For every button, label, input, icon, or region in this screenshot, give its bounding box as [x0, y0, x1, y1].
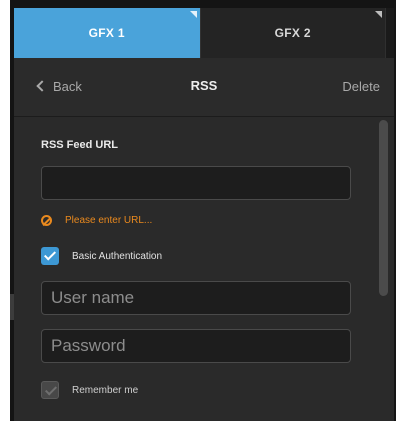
tab-gfx-1[interactable]: GFX 1 — [14, 8, 200, 58]
delete-button[interactable]: Delete — [342, 79, 380, 94]
basic-auth-option[interactable]: Basic Authentication — [41, 247, 162, 265]
password-input[interactable] — [42, 330, 350, 362]
warning-icon — [41, 215, 52, 226]
feed-url-label: RSS Feed URL — [41, 139, 119, 151]
tab-gfx-2-label: GFX 2 — [274, 26, 311, 40]
username-input[interactable] — [42, 282, 350, 314]
username-field-box — [41, 281, 351, 315]
tab-corner-icon — [189, 11, 197, 18]
feed-url-input[interactable] — [42, 167, 350, 199]
graphics-panel: GFX 1 GFX 2 Back RSS Delete RSS Feed URL… — [10, 0, 396, 421]
tab-corner-icon — [375, 11, 383, 18]
tab-bar: GFX 1 GFX 2 — [14, 8, 395, 58]
scrollbar-thumb[interactable] — [379, 120, 388, 296]
warning-text: Please enter URL... — [65, 215, 153, 226]
page-title: RSS — [190, 78, 218, 93]
tab-gfx-1-label: GFX 1 — [88, 26, 125, 40]
remember-me-label: Remember me — [72, 384, 139, 396]
password-field-box — [41, 329, 351, 363]
feed-url-field-box — [41, 166, 351, 200]
remember-me-option[interactable]: Remember me — [41, 381, 138, 399]
basic-auth-checkbox[interactable] — [41, 247, 59, 265]
remember-me-checkbox[interactable] — [41, 381, 59, 399]
rss-settings-form: RSS Feed URL Please enter URL... Basic A… — [14, 117, 394, 421]
url-warning: Please enter URL... — [41, 215, 152, 226]
tab-bar-edge — [385, 8, 395, 58]
rss-header: Back RSS Delete — [14, 58, 394, 117]
tab-gfx-2[interactable]: GFX 2 — [199, 8, 386, 58]
basic-auth-label: Basic Authentication — [72, 250, 163, 262]
